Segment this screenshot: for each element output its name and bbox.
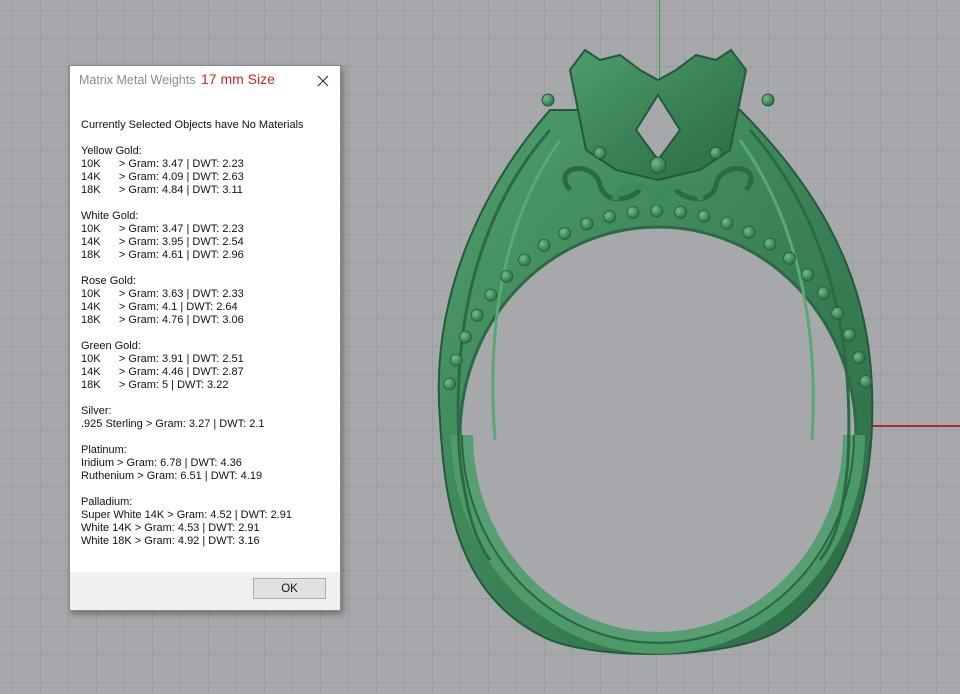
ring-model[interactable] (400, 40, 900, 660)
bead (742, 225, 756, 239)
metal-weights-list: Currently Selected Objects have No Mater… (81, 119, 332, 548)
weight-line: 14K > Gram: 4.09 | DWT: 2.63 (81, 171, 244, 183)
weight-line: Rose Gold: (81, 275, 137, 287)
bead (626, 206, 640, 219)
weight-line: Ruthenium > Gram: 6.51 | DWT: 4.19 (81, 470, 263, 482)
weight-line: White 14K > Gram: 4.53 | DWT: 2.91 (81, 522, 260, 534)
close-icon (317, 75, 329, 87)
dialog-footer: OK (70, 572, 340, 610)
ring-size-label: 17 mm Size (201, 71, 275, 87)
weight-line: Green Gold: (81, 340, 141, 352)
bead (537, 238, 551, 252)
dialog-title-bar[interactable]: Matrix Metal Weights 17 mm Size (70, 66, 340, 96)
bead (831, 306, 845, 320)
bead (650, 204, 664, 218)
bead (763, 237, 777, 251)
weight-line: White Gold: (81, 210, 139, 222)
bead (801, 268, 814, 282)
weight-line: Currently Selected Objects have No Mater… (81, 119, 304, 131)
bead (470, 308, 484, 322)
weight-line: Super White 14K > Gram: 4.52 | DWT: 2.91 (81, 509, 293, 521)
weight-line: 10K > Gram: 3.47 | DWT: 2.23 (81, 223, 244, 235)
weight-line: 14K > Gram: 3.95 | DWT: 2.54 (81, 236, 244, 248)
weight-line: Iridium > Gram: 6.78 | DWT: 4.36 (81, 457, 242, 469)
bead (852, 351, 866, 365)
weight-line: 18K > Gram: 4.76 | DWT: 3.06 (81, 314, 244, 326)
bead (449, 353, 463, 367)
bead (443, 377, 456, 391)
weight-line: 10K > Gram: 3.47 | DWT: 2.23 (81, 158, 244, 170)
weight-line: 14K > Gram: 4.1 | DWT: 2.64 (81, 301, 238, 313)
bead (842, 328, 856, 342)
close-button[interactable] (312, 70, 334, 92)
bead (500, 270, 514, 283)
weight-line: 18K > Gram: 4.61 | DWT: 2.96 (81, 249, 244, 261)
bead (459, 330, 472, 344)
bead (783, 251, 796, 265)
weight-line: Yellow Gold: (81, 145, 142, 157)
weight-line: Palladium: (81, 496, 133, 508)
bead (817, 286, 830, 300)
dialog-title: Matrix Metal Weights (79, 73, 196, 87)
bead (697, 209, 711, 223)
bead (720, 216, 734, 230)
bead (484, 288, 498, 302)
bead (580, 217, 594, 231)
weight-line: White 18K > Gram: 4.92 | DWT: 3.16 (81, 535, 260, 547)
bead (518, 253, 531, 267)
weight-line: .925 Sterling > Gram: 3.27 | DWT: 2.1 (81, 418, 265, 430)
weight-line: 10K > Gram: 3.91 | DWT: 2.51 (81, 353, 244, 365)
weight-line: 18K > Gram: 4.84 | DWT: 3.11 (81, 184, 243, 196)
bead (558, 226, 572, 240)
bead (859, 375, 873, 388)
weight-line: 18K > Gram: 5 | DWT: 3.22 (81, 379, 229, 391)
weight-line: Silver: (81, 405, 112, 417)
bead (674, 205, 688, 219)
bead (603, 210, 617, 224)
weight-line: 10K > Gram: 3.63 | DWT: 2.33 (81, 288, 244, 300)
weight-line: Platinum: (81, 444, 127, 456)
weight-line: 14K > Gram: 4.46 | DWT: 2.87 (81, 366, 244, 378)
metal-weights-dialog: Matrix Metal Weights 17 mm Size Currentl… (69, 65, 341, 611)
ok-button[interactable]: OK (253, 578, 326, 599)
